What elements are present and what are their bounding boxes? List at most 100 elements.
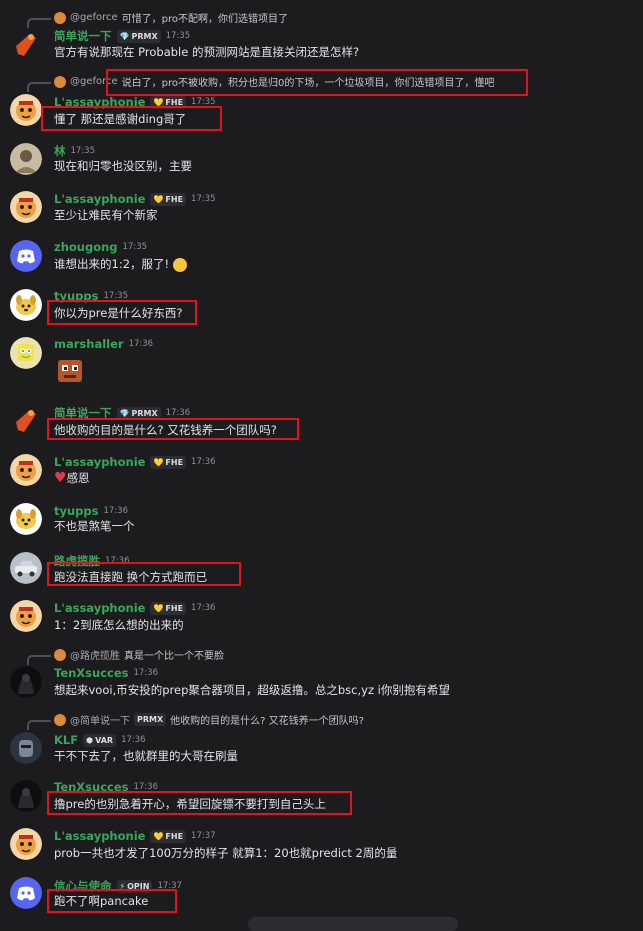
server-tag-badge[interactable]: 💛 FHE <box>150 601 187 615</box>
reply-connector <box>27 82 51 92</box>
reply-avatar <box>54 75 66 88</box>
reply-text: 真是一个比一个不要脸 <box>124 651 224 662</box>
message-text: 干不下去了，也就群里的大哥在刷量 <box>54 749 238 763</box>
hexagon-icon: ⬢ <box>86 735 94 745</box>
car-avatar[interactable] <box>10 552 42 584</box>
dark-figure-avatar[interactable] <box>10 666 42 698</box>
username[interactable]: L'assayphonie <box>54 601 145 615</box>
message-text: 现在和归零也没区别，主要 <box>54 159 192 173</box>
username[interactable]: 简单说一下 <box>54 28 112 44</box>
heart-icon: 💛 <box>153 194 164 204</box>
reply-preview[interactable]: @简单说一下 PRMX 他收购的目的是什么? 又花钱养一个团队吗? <box>54 712 364 727</box>
sponge-avatar[interactable] <box>10 337 42 369</box>
sweat-smile-emoji-icon <box>173 257 188 272</box>
username[interactable]: TenXsucces <box>54 666 128 680</box>
chat-message-list[interactable]: @geforce 可惜了，pro不配啊，你们选错项目了 简单说一下 💎 PRMX 17:3… <box>0 0 643 924</box>
reply-text: 他收购的目的是什么? 又花钱养一个团队吗? <box>170 716 364 727</box>
message-text: 谁想出来的1:2，服了! <box>54 256 188 272</box>
message-text: 官方有说那现在 Probable 的预测网站是直接关闭还是怎样? <box>54 45 360 59</box>
reply-username[interactable]: @geforce <box>70 12 118 23</box>
tiger-avatar[interactable] <box>10 828 42 860</box>
reply-avatar <box>54 648 66 661</box>
message-header: TenXsucces 17:36 <box>54 666 158 680</box>
red-highlight-box <box>47 300 197 325</box>
reply-connector <box>27 720 51 730</box>
discord-avatar[interactable] <box>10 877 42 909</box>
server-tag-badge[interactable]: ⬢ VAR <box>83 733 117 747</box>
server-tag-badge[interactable]: 💛 FHE <box>150 455 187 469</box>
heart-icon: 💛 <box>153 603 164 613</box>
badge-label: PRMX <box>131 408 158 418</box>
red-highlight-box <box>41 106 222 131</box>
message-text: 想起来vooi,币安投的prep聚合器项目，超级返撸。总之bsc,yz i你别抱… <box>54 683 450 697</box>
timestamp[interactable]: 17:36 <box>133 668 158 678</box>
server-tag-badge[interactable]: 💛 FHE <box>150 192 187 206</box>
message-header: tyupps 17:36 <box>54 504 128 518</box>
dog-avatar[interactable] <box>10 289 42 321</box>
timestamp[interactable]: 17:37 <box>191 831 216 841</box>
red-highlight-box <box>47 791 352 815</box>
reply-connector <box>27 655 51 665</box>
discord-avatar[interactable] <box>10 240 42 272</box>
timestamp[interactable]: 17:36 <box>129 339 154 349</box>
username[interactable]: marshaller <box>54 337 124 351</box>
jump-to-present-bar[interactable] <box>248 917 458 931</box>
armor-avatar[interactable] <box>10 732 42 764</box>
reply-preview[interactable]: @路虎揽胜 真是一个比一个不要脸 <box>54 647 224 662</box>
tiger-avatar[interactable] <box>10 191 42 223</box>
dark-figure-avatar[interactable] <box>10 780 42 812</box>
timestamp[interactable]: 17:36 <box>104 506 129 516</box>
timestamp[interactable]: 17:35 <box>191 194 216 204</box>
gem-icon: 💎 <box>119 408 130 418</box>
orange-dancer-avatar[interactable] <box>10 28 42 60</box>
timestamp[interactable]: 17:35 <box>166 31 191 41</box>
message-text: 至少让难民有个新家 <box>54 208 158 222</box>
server-tag-badge[interactable]: 💛 FHE <box>150 829 187 843</box>
reply-username[interactable]: @路虎揽胜 <box>70 647 120 662</box>
dog-avatar[interactable] <box>10 503 42 535</box>
timestamp[interactable]: 17:35 <box>71 146 96 156</box>
pixel-creature-sticker[interactable] <box>54 356 86 390</box>
heart-icon: 💛 <box>153 831 164 841</box>
heart-icon: 💛 <box>153 457 164 467</box>
reply-avatar <box>54 11 66 24</box>
reply-username[interactable]: @简单说一下 <box>70 712 130 727</box>
tiger-avatar[interactable] <box>10 94 42 126</box>
tiger-avatar[interactable] <box>10 454 42 486</box>
message-header: L'assayphonie 💛 FHE 17:35 <box>54 192 216 206</box>
username[interactable]: tyupps <box>54 504 99 518</box>
message-text: ♥感恩 <box>54 470 90 486</box>
gem-icon: 💎 <box>119 31 130 41</box>
username[interactable]: KLF <box>54 733 78 747</box>
timestamp[interactable]: 17:36 <box>191 603 216 613</box>
badge-label: PRMX <box>131 31 158 41</box>
reply-avatar <box>54 713 66 726</box>
message-header: L'assayphonie 💛 FHE 17:36 <box>54 455 216 469</box>
message-header: marshaller 17:36 <box>54 337 153 351</box>
message-text: 1：2到底怎么想的出来的 <box>54 618 184 632</box>
reply-preview[interactable]: @geforce 可惜了，pro不配啊，你们选错项目了 <box>54 10 288 25</box>
timestamp[interactable]: 17:36 <box>166 408 191 418</box>
red-highlight-box <box>47 562 241 586</box>
tiger-avatar[interactable] <box>10 600 42 632</box>
orange-dancer-avatar[interactable] <box>10 404 42 436</box>
timestamp[interactable]: 17:36 <box>121 735 146 745</box>
username[interactable]: L'assayphonie <box>54 192 145 206</box>
timestamp[interactable]: 17:35 <box>123 242 148 252</box>
server-tag-badge[interactable]: 💎 PRMX <box>116 29 161 43</box>
person-avatar[interactable] <box>10 143 42 175</box>
reply-connector <box>27 18 51 28</box>
username[interactable]: L'assayphonie <box>54 829 145 843</box>
message-header: L'assayphonie 💛 FHE 17:37 <box>54 829 216 843</box>
message-header: KLF ⬢ VAR 17:36 <box>54 733 146 747</box>
badge-label: VAR <box>95 735 114 745</box>
message-header: 林 17:35 <box>54 143 95 159</box>
message-header: zhougong 17:35 <box>54 240 147 254</box>
message-text-content: 谁想出来的1:2，服了! <box>54 257 170 271</box>
reply-badge: PRMX <box>134 713 167 726</box>
timestamp[interactable]: 17:36 <box>191 457 216 467</box>
username[interactable]: L'assayphonie <box>54 455 145 469</box>
badge-label: FHE <box>165 603 184 613</box>
username[interactable]: 林 <box>54 143 66 159</box>
username[interactable]: zhougong <box>54 240 118 254</box>
